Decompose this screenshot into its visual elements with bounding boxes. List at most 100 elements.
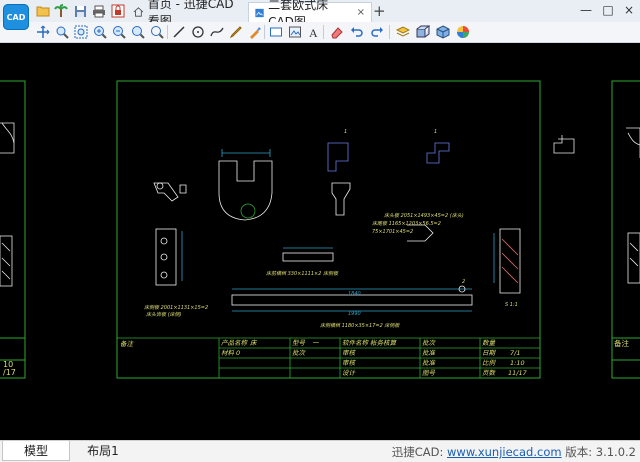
note-scale: S 1:1: [505, 302, 518, 308]
toolbar-separator: [167, 25, 168, 39]
title-bar: CAD 首页 - 迅捷CAD看图 二套欧式床CAD图... × + — □ ×: [0, 0, 640, 30]
tb-date-value: 7/1: [510, 349, 520, 357]
tab-home[interactable]: 首页 - 迅捷CAD看图: [127, 0, 245, 28]
tb-pages: 页数: [482, 369, 497, 377]
status-prefix: 迅捷CAD:: [391, 445, 444, 459]
tb-batch: 批次: [422, 339, 437, 347]
tb-quantity: 数量: [482, 339, 497, 347]
circle-icon[interactable]: [191, 25, 205, 39]
toolbar-separator: [323, 25, 324, 39]
cad-part-joint: [327, 142, 450, 216]
print-icon[interactable]: [92, 4, 106, 18]
note-size: 75×1701×45=2: [372, 229, 413, 235]
tb-approve: 批准: [422, 349, 437, 357]
home-icon: [133, 7, 144, 17]
tb-remark: 备注: [120, 340, 135, 348]
cad-drawing: 1 0 /17 备注 备注 产品名称 床 型号 一 软件名称 帐务核算 批次 数量…: [0, 80, 640, 379]
left-sheet-label-b: /17: [3, 368, 16, 377]
zoom-in-icon[interactable]: [112, 25, 126, 39]
toolbar-separator: [264, 25, 265, 39]
note-side-board: 床侧板 2001×1131×15=2: [144, 304, 208, 311]
note-decor: 床头饰板 (床侧): [146, 311, 182, 318]
note-side-rail: 床侧横档 1180×35×17=2 床侧板: [320, 322, 400, 329]
tb-pages-value: 11/17: [508, 369, 528, 377]
bottom-bar: 模型 布局1 迅捷CAD: www.xunjiecad.com 版本: 3.1.…: [0, 440, 640, 462]
redo-icon[interactable]: [370, 25, 384, 39]
right-sheet-label: 备注: [614, 338, 629, 348]
dim-1990: 1990: [348, 311, 361, 317]
app-logo-text: CAD: [6, 12, 26, 22]
line-icon[interactable]: [172, 25, 186, 39]
image-icon[interactable]: [288, 25, 302, 39]
zoom-pan-icon[interactable]: [36, 25, 50, 39]
dim-label-1b: 1: [434, 129, 437, 135]
dim-label-2: 2: [462, 279, 465, 285]
cad-part-bracket: [153, 182, 187, 202]
tab-close-icon[interactable]: ×: [357, 7, 365, 18]
open-folder-icon[interactable]: [36, 4, 50, 18]
tb-model-value: 一: [312, 339, 319, 347]
tb-drawing-no: 图号: [422, 369, 436, 377]
tab-layout1[interactable]: 布局1: [70, 441, 136, 460]
tb-software: 软件名称: [342, 339, 370, 347]
tb-scale-value: 1:10: [510, 359, 525, 367]
status-text: 迅捷CAD: www.xunjiecad.com 版本: 3.1.0.2: [392, 444, 636, 460]
title-block: [117, 337, 540, 378]
tb-product-value: 床: [250, 339, 258, 347]
annotate-icon[interactable]: [248, 25, 262, 39]
zoom-extents-icon[interactable]: [93, 25, 107, 39]
tb-review: 审核: [342, 349, 357, 357]
tb-software-value: 帐务核算: [370, 339, 398, 347]
tb-scale: 比例: [482, 359, 497, 367]
website-link[interactable]: www.xunjiecad.com: [447, 445, 562, 459]
eraser-icon[interactable]: [330, 25, 344, 39]
zoom-realtime-icon[interactable]: [55, 25, 69, 39]
drawing-file-icon: [255, 8, 264, 17]
drawing-canvas[interactable]: 1 0 /17 备注 备注 产品名称 床 型号 一 软件名称 帐务核算 批次 数量…: [0, 43, 640, 440]
note-headboard: 床头板 2051×1493×45=2 (床头): [384, 212, 464, 219]
zoom-window-icon[interactable]: [74, 25, 88, 39]
tb-review-2: 审核: [342, 359, 357, 367]
3d-view-icon[interactable]: [416, 25, 430, 39]
pencil-icon[interactable]: [229, 25, 243, 39]
lock-icon[interactable]: [111, 4, 125, 18]
close-button[interactable]: ×: [621, 3, 637, 17]
tb-product-name: 产品名称: [221, 339, 249, 347]
new-tab-button[interactable]: +: [373, 2, 386, 20]
tab-drawing[interactable]: 二套欧式床CAD图... ×: [248, 0, 372, 29]
app-logo[interactable]: CAD: [3, 4, 29, 30]
palm-tree-icon[interactable]: [54, 4, 68, 18]
cube-icon[interactable]: [436, 25, 450, 39]
status-version: 版本: 3.1.0.2: [565, 445, 636, 459]
color-wheel-icon[interactable]: [456, 25, 470, 39]
svg-text:A: A: [309, 26, 318, 39]
cad-part-headboard: [218, 149, 273, 221]
maximize-button[interactable]: □: [600, 3, 616, 17]
tab-model[interactable]: 模型: [2, 441, 70, 461]
undo-icon[interactable]: [350, 25, 364, 39]
rectangle-icon[interactable]: [269, 25, 283, 39]
minimize-button[interactable]: —: [578, 3, 594, 17]
toolbar-separator: [389, 25, 390, 39]
sheet-frame: [116, 80, 541, 379]
tb-batch-2: 批次: [292, 349, 307, 357]
note-front-rail: 床前横档 330×1111×2 床侧板: [266, 270, 339, 277]
tb-designer: 设计: [342, 369, 357, 377]
note-footboard: 床尾板 1165×1203×56.5=2: [372, 220, 441, 227]
cad-part-rail: [231, 247, 473, 312]
layer-icon[interactable]: [396, 25, 410, 39]
tb-model: 型号: [292, 339, 306, 347]
zoom-previous-icon[interactable]: [150, 25, 164, 39]
polyline-icon[interactable]: [210, 25, 224, 39]
dim-1840: 1840: [348, 291, 361, 297]
cad-part-leg: [155, 228, 183, 286]
dim-label-1a: 1: [344, 129, 347, 135]
right-sheet-fragment: [611, 80, 640, 379]
save-icon[interactable]: [73, 4, 87, 18]
tb-date: 日期: [482, 349, 497, 357]
zoom-out-icon[interactable]: [131, 25, 145, 39]
text-icon[interactable]: A: [307, 25, 321, 39]
tb-material-value: 0: [236, 349, 240, 357]
tb-approve-2: 批准: [422, 359, 437, 367]
toolbar: A: [0, 22, 640, 43]
